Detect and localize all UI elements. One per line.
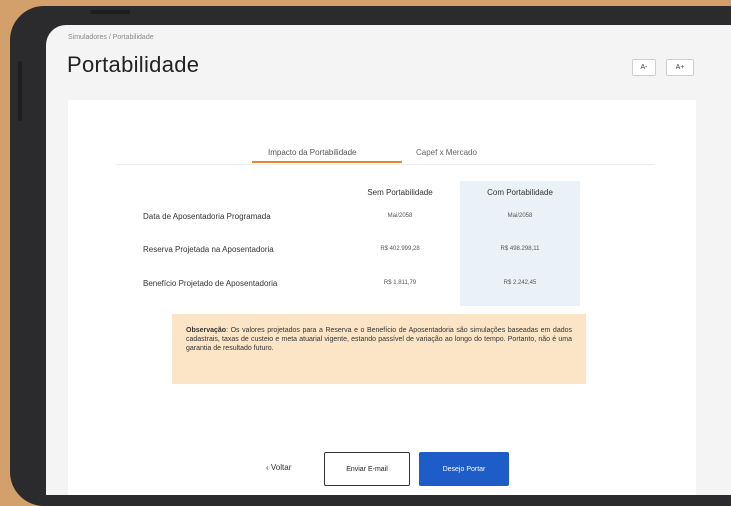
cell-data-com: Mai/2058 [507, 213, 533, 219]
page-title: Portabilidade [67, 52, 200, 77]
font-increase-button[interactable]: A+ [666, 59, 694, 76]
tab-bar: Impacto da Portabilidade Capef x Mercado [116, 144, 654, 165]
com-portabilidade-highlight [460, 181, 580, 306]
row-label-data: Data de Aposentadoria Programada [143, 212, 271, 221]
row-label-beneficio: Benefício Projetado de Aposentadoria [143, 279, 278, 288]
desejo-portar-button[interactable]: Desejo Portar [419, 452, 509, 486]
back-button-label: Voltar [270, 463, 292, 472]
observation-text: : Os valores projetados para a Reserva e… [186, 327, 572, 352]
tab-impacto-portabilidade[interactable]: Impacto da Portabilidade [268, 148, 357, 157]
column-header-com: Com Portabilidade [487, 188, 553, 197]
content-card: Impacto da Portabilidade Capef x Mercado… [68, 100, 696, 495]
tablet-side-button [18, 61, 22, 121]
send-email-button[interactable]: Enviar E-mail [324, 452, 410, 486]
cell-reserva-com: R$ 498.298,11 [500, 246, 540, 252]
tab-capef-mercado[interactable]: Capef x Mercado [416, 148, 477, 157]
observation-note: Observação: Os valores projetados para a… [172, 314, 586, 384]
tablet-screen: Simuladores / Portabilidade Portabilidad… [46, 25, 731, 495]
back-button[interactable]: ‹ Voltar [266, 463, 291, 472]
cell-beneficio-sem: R$ 1.811,79 [383, 280, 417, 286]
active-tab-indicator [252, 161, 402, 163]
font-decrease-button[interactable]: A- [632, 59, 656, 76]
column-header-sem: Sem Portabilidade [367, 188, 433, 197]
cell-beneficio-com: R$ 2.242,45 [503, 280, 537, 286]
observation-label: Observação [186, 327, 227, 334]
chevron-left-icon: ‹ [266, 463, 269, 472]
breadcrumb[interactable]: Simuladores / Portabilidade [68, 34, 154, 41]
tablet-top-button [90, 10, 130, 14]
tablet-frame: Simuladores / Portabilidade Portabilidad… [10, 6, 731, 506]
cell-reserva-sem: R$ 402.999,28 [380, 246, 420, 252]
cell-data-sem: Mai/2058 [387, 213, 413, 219]
row-label-reserva: Reserva Projetada na Aposentadoria [143, 245, 274, 254]
